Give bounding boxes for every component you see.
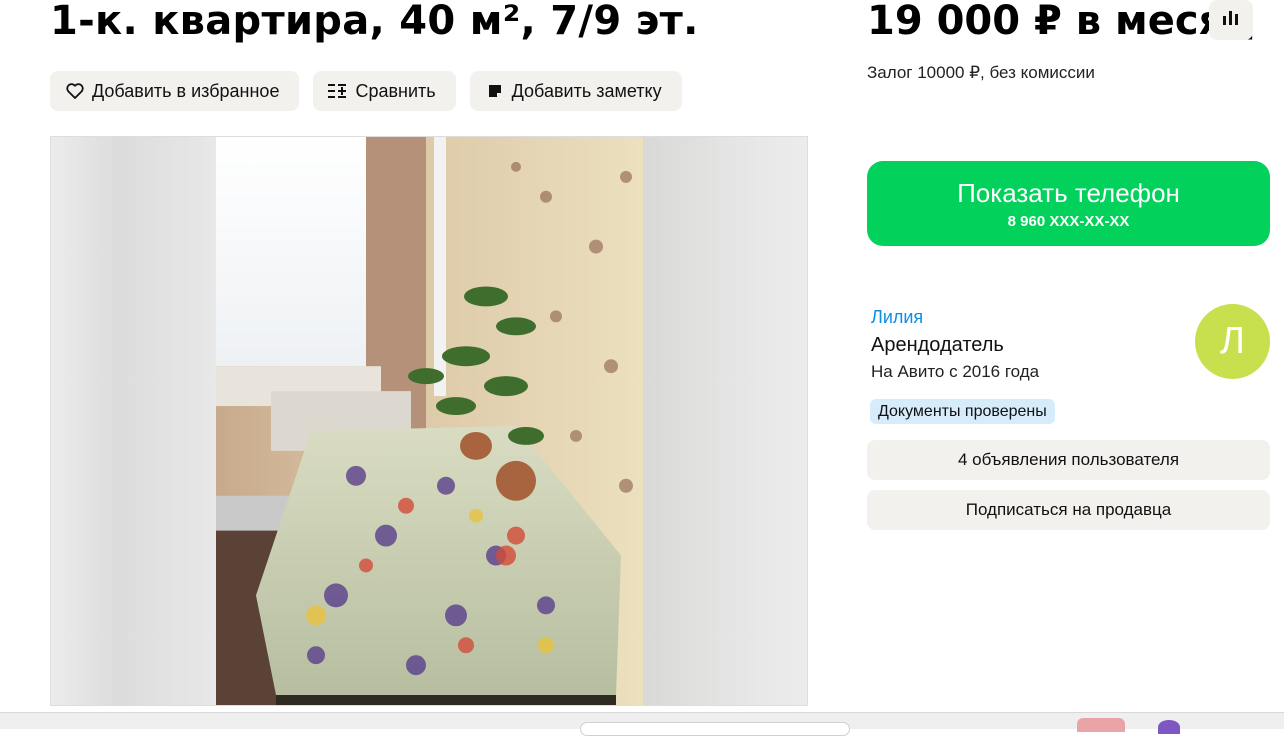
seller-since: На Авито с 2016 года bbox=[871, 362, 1040, 381]
bottom-bar-element bbox=[1158, 720, 1180, 734]
add-note-button[interactable]: Добавить заметку bbox=[469, 71, 682, 111]
documents-verified-badge: Документы проверены bbox=[870, 399, 1055, 424]
seller-listings-button[interactable]: 4 объявления пользователя bbox=[867, 440, 1270, 480]
photo-gallery[interactable] bbox=[50, 136, 808, 706]
seller-name-link[interactable]: Лилия bbox=[871, 307, 923, 328]
heart-icon bbox=[64, 80, 86, 102]
show-phone-button[interactable]: Показать телефон 8 960 XXX-XX-XX bbox=[867, 161, 1270, 246]
seller-avatar[interactable]: Л bbox=[1195, 304, 1270, 379]
bar-chart-icon bbox=[1222, 10, 1240, 31]
listing-actions: Добавить в избранное Сравнить Добавить з… bbox=[50, 71, 682, 111]
seller-role: Арендодатель bbox=[871, 334, 1004, 356]
note-icon bbox=[484, 80, 506, 102]
gallery-blurred-left bbox=[51, 137, 216, 705]
compare-icon bbox=[327, 80, 349, 102]
bottom-bar-pill bbox=[580, 722, 850, 736]
add-note-label: Добавить заметку bbox=[511, 80, 662, 101]
price-stats-button[interactable] bbox=[1209, 0, 1253, 40]
gallery-blurred-right bbox=[641, 137, 807, 705]
listing-price: 19 000 ₽ в месяц bbox=[867, 0, 1254, 44]
bottom-bar-element bbox=[1077, 718, 1125, 732]
masked-phone-number: 8 960 XXX-XX-XX bbox=[1007, 213, 1130, 230]
add-to-favorites-label: Добавить в избранное bbox=[92, 80, 280, 101]
compare-label: Сравнить bbox=[355, 80, 436, 101]
listing-photo[interactable] bbox=[216, 137, 643, 705]
listing-title: 1-к. квартира, 40 м², 7/9 эт. bbox=[50, 0, 699, 44]
deposit-info: Залог 10000 ₽, без комиссии bbox=[867, 63, 1095, 82]
subscribe-seller-button[interactable]: Подписаться на продавца bbox=[867, 490, 1270, 530]
show-phone-label: Показать телефон bbox=[957, 178, 1180, 208]
add-to-favorites-button[interactable]: Добавить в избранное bbox=[50, 71, 300, 111]
compare-button[interactable]: Сравнить bbox=[313, 71, 456, 111]
